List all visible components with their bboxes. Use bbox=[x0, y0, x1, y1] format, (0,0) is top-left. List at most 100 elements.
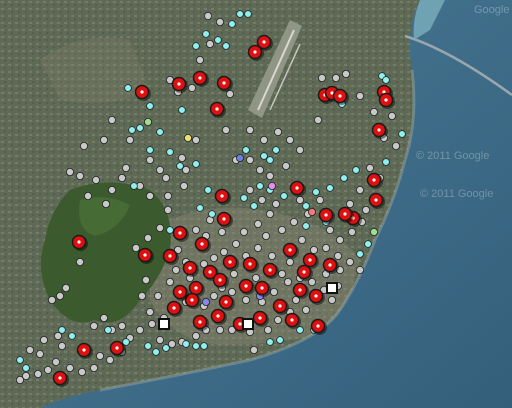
grey-marker[interactable] bbox=[313, 116, 322, 125]
grey-marker[interactable] bbox=[34, 369, 43, 378]
grey-marker[interactable] bbox=[106, 355, 115, 364]
grey-marker[interactable] bbox=[155, 223, 164, 232]
grey-marker[interactable] bbox=[295, 195, 304, 204]
grey-marker[interactable] bbox=[249, 345, 258, 354]
grey-marker[interactable] bbox=[263, 325, 272, 334]
grey-marker[interactable] bbox=[102, 199, 111, 208]
cyan-marker[interactable] bbox=[192, 160, 200, 168]
grey-marker[interactable] bbox=[66, 363, 75, 372]
grey-marker[interactable] bbox=[108, 116, 117, 125]
grey-marker[interactable] bbox=[80, 141, 89, 150]
cyan-marker[interactable] bbox=[382, 158, 390, 166]
grey-marker[interactable] bbox=[56, 291, 65, 300]
grey-marker[interactable] bbox=[108, 185, 117, 194]
cyan-marker[interactable] bbox=[176, 162, 184, 170]
grey-marker[interactable] bbox=[163, 191, 172, 200]
grey-marker[interactable] bbox=[215, 17, 224, 26]
cyan-marker[interactable] bbox=[382, 76, 390, 84]
cyan-marker[interactable] bbox=[22, 364, 30, 372]
cyan-marker[interactable] bbox=[166, 148, 174, 156]
grey-marker[interactable] bbox=[333, 251, 342, 260]
grey-marker[interactable] bbox=[100, 135, 109, 144]
cyan-marker[interactable] bbox=[398, 130, 406, 138]
cyan-marker[interactable] bbox=[208, 210, 216, 218]
grey-marker[interactable] bbox=[90, 321, 99, 330]
satellite-map[interactable]: © 2011 Google © 2011 Google Google bbox=[0, 0, 512, 408]
grey-marker[interactable] bbox=[321, 243, 330, 252]
grey-marker[interactable] bbox=[141, 275, 150, 284]
grey-marker[interactable] bbox=[345, 199, 354, 208]
cyan-marker[interactable] bbox=[156, 128, 164, 136]
grey-marker[interactable] bbox=[44, 365, 53, 374]
cyan-marker[interactable] bbox=[222, 42, 230, 50]
cyan-marker[interactable] bbox=[240, 194, 248, 202]
grey-marker[interactable] bbox=[145, 307, 154, 316]
grey-marker[interactable] bbox=[273, 315, 282, 324]
grey-marker[interactable] bbox=[84, 191, 93, 200]
grey-marker[interactable] bbox=[227, 287, 236, 296]
colored-marker[interactable] bbox=[267, 181, 276, 190]
cyan-marker[interactable] bbox=[266, 156, 274, 164]
grey-marker[interactable] bbox=[153, 291, 162, 300]
cyan-marker[interactable] bbox=[166, 226, 174, 234]
cyan-marker[interactable] bbox=[136, 124, 144, 132]
grey-marker[interactable] bbox=[147, 319, 156, 328]
grey-marker[interactable] bbox=[217, 227, 226, 236]
grey-marker[interactable] bbox=[145, 191, 154, 200]
grey-marker[interactable] bbox=[100, 313, 109, 322]
grey-marker[interactable] bbox=[221, 126, 230, 135]
grey-marker[interactable] bbox=[76, 257, 85, 266]
cyan-marker[interactable] bbox=[182, 340, 190, 348]
grey-marker[interactable] bbox=[203, 11, 212, 20]
cyan-marker[interactable] bbox=[276, 336, 284, 344]
grey-marker[interactable] bbox=[229, 269, 238, 278]
cyan-marker[interactable] bbox=[200, 342, 208, 350]
grey-marker[interactable] bbox=[245, 155, 254, 164]
grey-marker[interactable] bbox=[215, 325, 224, 334]
grey-marker[interactable] bbox=[355, 265, 364, 274]
cyan-marker[interactable] bbox=[124, 84, 132, 92]
cyan-marker[interactable] bbox=[144, 342, 152, 350]
grey-marker[interactable] bbox=[335, 235, 344, 244]
grey-marker[interactable] bbox=[325, 225, 334, 234]
cyan-marker[interactable] bbox=[266, 338, 274, 346]
grey-marker[interactable] bbox=[118, 321, 127, 330]
grey-marker[interactable] bbox=[205, 40, 214, 49]
grey-marker[interactable] bbox=[309, 245, 318, 254]
grey-marker[interactable] bbox=[259, 135, 268, 144]
colored-marker[interactable] bbox=[201, 297, 210, 306]
grey-marker[interactable] bbox=[241, 295, 250, 304]
grey-marker[interactable] bbox=[317, 74, 326, 83]
grey-marker[interactable] bbox=[347, 227, 356, 236]
grey-marker[interactable] bbox=[131, 243, 140, 252]
grey-marker[interactable] bbox=[255, 165, 264, 174]
grey-marker[interactable] bbox=[163, 205, 172, 214]
grey-marker[interactable] bbox=[36, 349, 45, 358]
grey-marker[interactable] bbox=[52, 357, 61, 366]
cyan-marker[interactable] bbox=[312, 188, 320, 196]
map-canvas[interactable] bbox=[0, 0, 512, 408]
grey-marker[interactable] bbox=[161, 173, 170, 182]
cyan-marker[interactable] bbox=[192, 42, 200, 50]
colored-marker[interactable] bbox=[183, 133, 192, 142]
grey-marker[interactable] bbox=[267, 251, 276, 260]
cyan-marker[interactable] bbox=[256, 182, 264, 190]
grey-marker[interactable] bbox=[289, 217, 298, 226]
grey-marker[interactable] bbox=[15, 375, 24, 384]
cyan-marker[interactable] bbox=[68, 332, 76, 340]
grey-marker[interactable] bbox=[179, 181, 188, 190]
grey-marker[interactable] bbox=[297, 235, 306, 244]
cyan-marker[interactable] bbox=[214, 36, 222, 44]
grey-marker[interactable] bbox=[209, 253, 218, 262]
grey-marker[interactable] bbox=[265, 209, 274, 218]
grey-marker[interactable] bbox=[118, 173, 127, 182]
cyan-marker[interactable] bbox=[146, 102, 154, 110]
cyan-marker[interactable] bbox=[340, 174, 348, 182]
grey-marker[interactable] bbox=[155, 165, 164, 174]
cyan-marker[interactable] bbox=[16, 356, 24, 364]
grey-marker[interactable] bbox=[387, 112, 396, 121]
cyan-marker[interactable] bbox=[196, 204, 204, 212]
cyan-marker[interactable] bbox=[352, 166, 360, 174]
grey-marker[interactable] bbox=[355, 185, 364, 194]
grey-marker[interactable] bbox=[345, 257, 354, 266]
